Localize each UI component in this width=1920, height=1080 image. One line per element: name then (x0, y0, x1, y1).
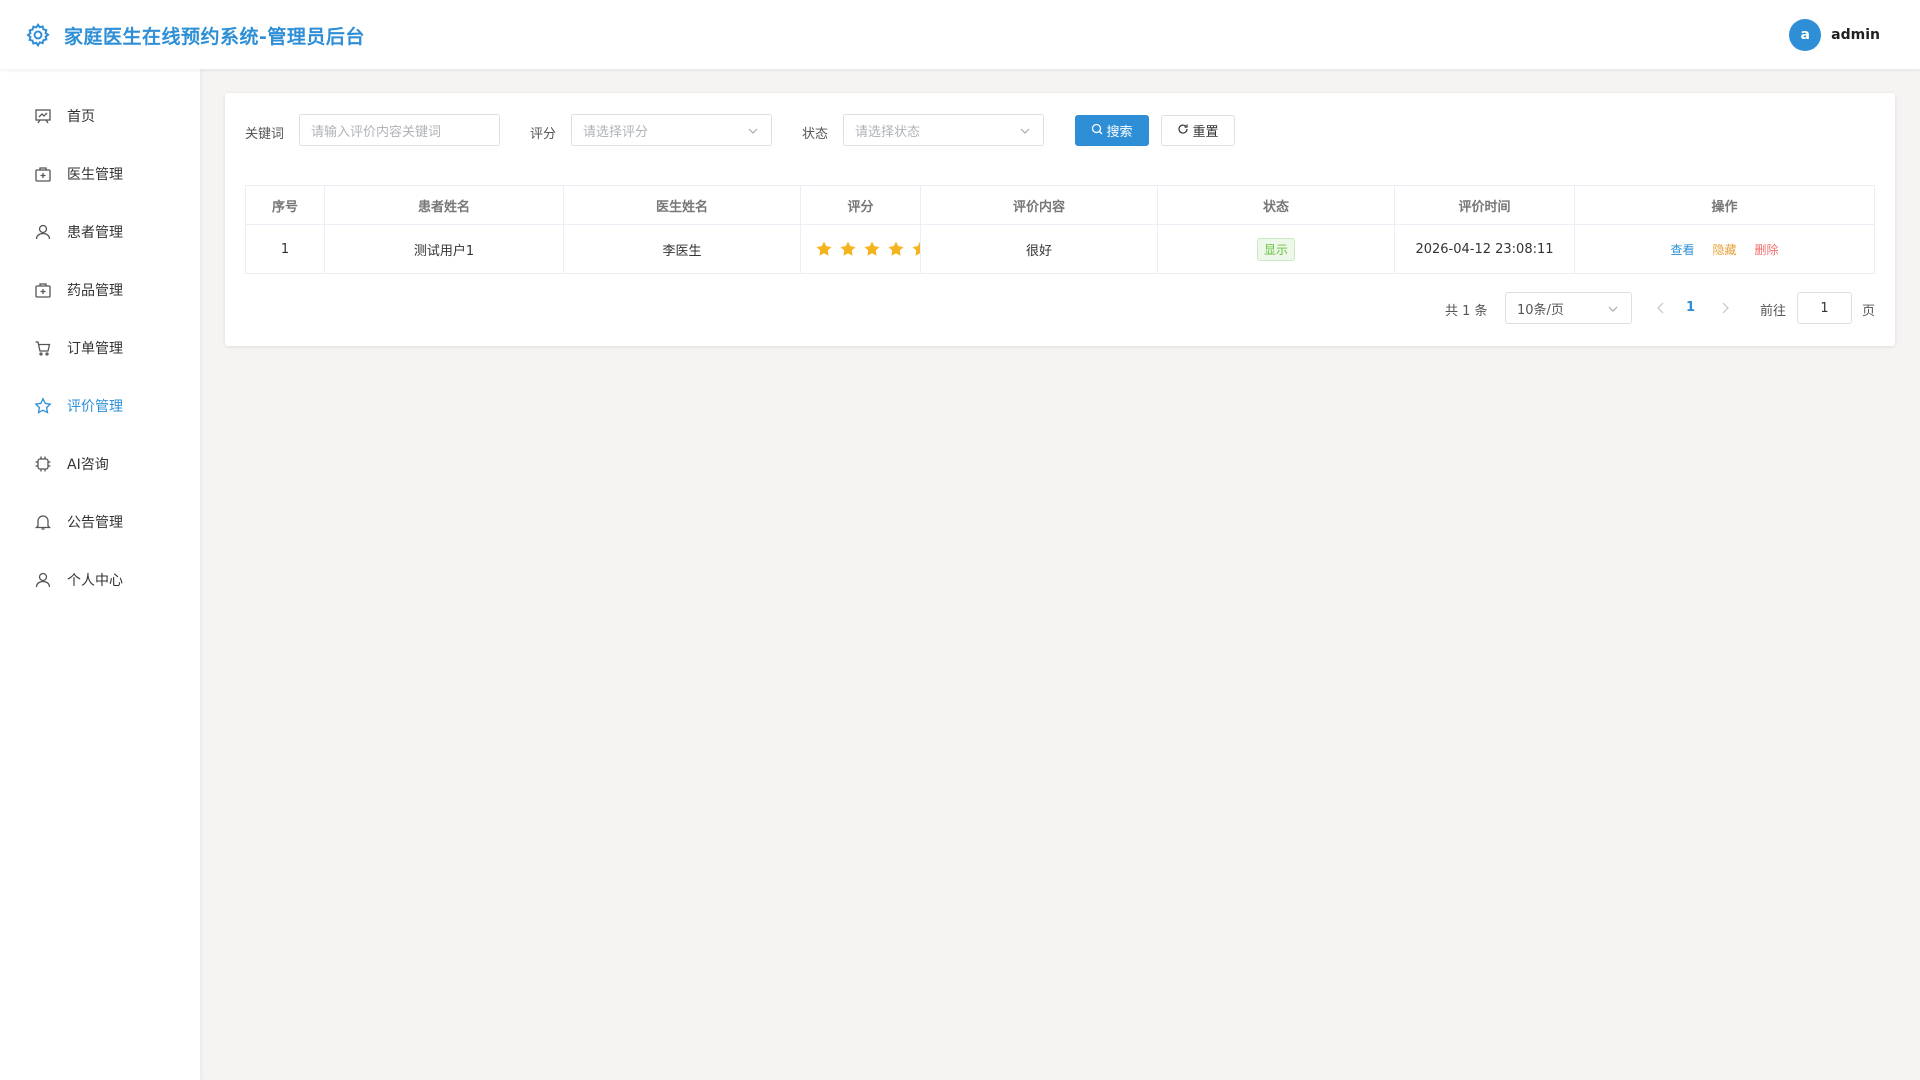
sidebar-item-label: 患者管理 (67, 225, 123, 241)
sidebar-item-ai-consult[interactable]: AI咨询 (0, 441, 200, 487)
column-header[interactable]: 状态 (1158, 186, 1395, 224)
column-header[interactable]: 评价时间 (1395, 186, 1575, 224)
review-time: 2026-04-12 23:08:11 (1395, 225, 1575, 273)
delete-link[interactable]: 删除 (1755, 241, 1779, 258)
star-icon (839, 240, 857, 258)
reviews-table: 序号 患者姓名 医生姓名 评分 评价内容 状态 评价时间 操作 1 测试用户1 … (245, 185, 1875, 274)
sidebar-item-label: 公告管理 (67, 515, 123, 531)
sidebar-item-reviews[interactable]: 评价管理 (0, 383, 200, 429)
user-icon (34, 571, 52, 589)
app-title: 家庭医生在线预约系统-管理员后台 (64, 26, 365, 48)
search-icon (1091, 123, 1103, 139)
chevron-left-icon[interactable] (1655, 301, 1667, 315)
search-button[interactable]: 搜索 (1075, 115, 1149, 146)
table-header-row: 序号 患者姓名 医生姓名 评分 评价内容 状态 评价时间 操作 (246, 186, 1874, 225)
table-row[interactable]: 1 测试用户1 李医生 很好 显示 2026-04-12 23:08:11 查看… (246, 225, 1874, 273)
column-header[interactable]: 患者姓名 (325, 186, 564, 224)
keyword-label: 关键词 (245, 127, 285, 142)
star-icon (887, 240, 905, 258)
user-icon (34, 223, 52, 241)
sidebar-item-label: AI咨询 (67, 457, 109, 473)
sidebar-item-medicines[interactable]: 药品管理 (0, 267, 200, 313)
username[interactable]: admin (1831, 27, 1880, 43)
rating-placeholder: 请选择评分 (583, 124, 649, 140)
sidebar-item-label: 订单管理 (67, 341, 123, 357)
search-button-label: 搜索 (1106, 125, 1133, 140)
sidebar-item-label: 医生管理 (67, 167, 123, 183)
column-header[interactable]: 评分 (801, 186, 921, 224)
column-header[interactable]: 序号 (246, 186, 325, 224)
page-number[interactable]: 1 (1686, 300, 1695, 315)
star-icon (34, 397, 52, 415)
refresh-icon (1177, 123, 1189, 139)
star-icon (911, 240, 920, 258)
sidebar: 首页 医生管理 患者管理 药品管理 订单管理 评价管理 AI咨询 公告管理 个人… (0, 69, 200, 1080)
keyword-placeholder: 请输入评价内容关键词 (311, 124, 442, 140)
rating-label: 评分 (530, 127, 557, 142)
sidebar-item-profile[interactable]: 个人中心 (0, 557, 200, 603)
cart-icon (34, 339, 52, 357)
status-cell: 显示 (1158, 225, 1395, 273)
page-size-value: 10条/页 (1517, 302, 1564, 318)
hide-link[interactable]: 隐藏 (1712, 241, 1736, 258)
review-content: 很好 (921, 225, 1158, 273)
star-icon (863, 240, 881, 258)
total-count: 共 1 条 (1445, 304, 1488, 319)
row-index: 1 (246, 225, 325, 273)
sidebar-item-label: 个人中心 (67, 573, 123, 589)
column-header[interactable]: 医生姓名 (564, 186, 801, 224)
goto-page-input[interactable]: 1 (1797, 292, 1852, 324)
actions-cell: 查看 隐藏 删除 (1575, 225, 1874, 273)
star-icon (815, 240, 833, 258)
rating-stars (801, 240, 920, 258)
medicine-box-icon (34, 281, 52, 299)
medical-kit-icon (34, 165, 52, 183)
chevron-down-icon (1607, 303, 1619, 315)
reset-button[interactable]: 重置 (1161, 115, 1235, 146)
keyword-input[interactable]: 请输入评价内容关键词 (299, 114, 500, 146)
reset-button-label: 重置 (1192, 125, 1219, 140)
rating-select[interactable]: 请选择评分 (571, 114, 772, 146)
cpu-icon (34, 455, 52, 473)
page-size-select[interactable]: 10条/页 (1505, 292, 1632, 324)
rating-cell (801, 225, 921, 273)
status-label: 状态 (802, 127, 829, 142)
bell-icon (34, 513, 52, 531)
goto-label: 前往 (1760, 304, 1787, 319)
gear-icon (25, 22, 51, 48)
page-unit-label: 页 (1862, 304, 1876, 319)
chevron-down-icon (747, 125, 759, 137)
review-card: 关键词 请输入评价内容关键词 评分 请选择评分 状态 请选择状态 搜索 重置 序… (225, 93, 1895, 346)
doctor-name: 李医生 (564, 225, 801, 273)
chevron-down-icon (1019, 125, 1031, 137)
sidebar-item-doctors[interactable]: 医生管理 (0, 151, 200, 197)
sidebar-item-label: 药品管理 (67, 283, 123, 299)
sidebar-item-orders[interactable]: 订单管理 (0, 325, 200, 371)
status-placeholder: 请选择状态 (855, 124, 921, 140)
column-header[interactable]: 评价内容 (921, 186, 1158, 224)
status-badge: 显示 (1256, 237, 1295, 261)
sidebar-item-label: 首页 (67, 109, 95, 125)
pagination: 共 1 条 10条/页 1 前往 1 页 (225, 292, 1895, 324)
chart-board-icon (34, 107, 52, 125)
patient-name: 测试用户1 (325, 225, 564, 273)
column-header[interactable]: 操作 (1575, 186, 1874, 224)
avatar[interactable]: a (1789, 19, 1822, 51)
chevron-right-icon[interactable] (1719, 301, 1731, 315)
top-header: 家庭医生在线预约系统-管理员后台 a admin (0, 0, 1920, 69)
sidebar-item-patients[interactable]: 患者管理 (0, 209, 200, 255)
user-menu[interactable]: a admin (1789, 19, 1880, 51)
sidebar-item-notices[interactable]: 公告管理 (0, 499, 200, 545)
sidebar-item-home[interactable]: 首页 (0, 93, 200, 139)
sidebar-item-label: 评价管理 (67, 399, 123, 415)
status-select[interactable]: 请选择状态 (843, 114, 1044, 146)
view-link[interactable]: 查看 (1670, 241, 1694, 258)
